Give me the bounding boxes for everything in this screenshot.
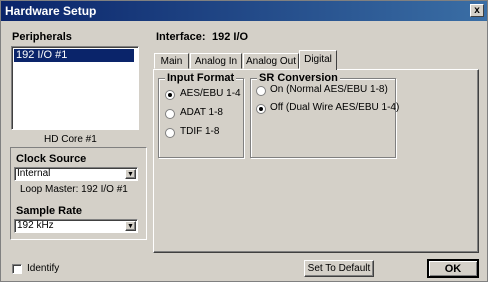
radio-selected-dot bbox=[168, 93, 172, 97]
radio-sr-on[interactable] bbox=[256, 86, 266, 96]
sr-conversion-group: SR Conversion On (Normal AES/EBU 1-8) Of… bbox=[250, 72, 399, 158]
set-to-default-button[interactable]: Set To Default bbox=[304, 260, 374, 277]
identify-checkbox[interactable] bbox=[12, 264, 22, 274]
chevron-down-icon[interactable]: ▼ bbox=[125, 169, 136, 179]
clock-source-label: Clock Source bbox=[16, 153, 87, 165]
radio-sr-off[interactable] bbox=[256, 104, 266, 114]
loop-master-label: Loop Master: 192 I/O #1 bbox=[20, 184, 128, 195]
sr-off-label[interactable]: Off (Dual Wire AES/EBU 1-4) bbox=[270, 102, 399, 113]
peripherals-list[interactable]: 192 I/O #1 bbox=[11, 46, 139, 130]
radio-selected-dot bbox=[259, 107, 263, 111]
input-format-group: Input Format AES/EBU 1-4 ADAT 1-8 TDIF 1… bbox=[158, 72, 244, 158]
title-bar[interactable]: Hardware Setup x bbox=[1, 1, 487, 21]
digital-tab-panel: Input Format AES/EBU 1-4 ADAT 1-8 TDIF 1… bbox=[153, 69, 479, 253]
list-item-192-io[interactable]: 192 I/O #1 bbox=[14, 49, 134, 62]
adat-label[interactable]: ADAT 1-8 bbox=[180, 107, 223, 118]
clock-source-select[interactable]: Internal ▼ bbox=[14, 167, 138, 181]
radio-tdif[interactable] bbox=[165, 128, 175, 138]
tab-analog-out[interactable]: Analog Out bbox=[243, 53, 299, 69]
sample-rate-label: Sample Rate bbox=[16, 205, 83, 217]
radio-adat[interactable] bbox=[165, 109, 175, 119]
chevron-down-icon[interactable]: ▼ bbox=[125, 221, 136, 231]
peripherals-label: Peripherals bbox=[12, 31, 72, 43]
radio-aes-ebu[interactable] bbox=[165, 90, 175, 100]
sr-on-label[interactable]: On (Normal AES/EBU 1-8) bbox=[270, 84, 388, 95]
sample-rate-select[interactable]: 192 kHz ▼ bbox=[14, 219, 138, 233]
close-button[interactable]: x bbox=[470, 4, 484, 17]
sample-rate-value: 192 kHz bbox=[17, 220, 54, 231]
tdif-label[interactable]: TDIF 1-8 bbox=[180, 126, 219, 137]
sr-conversion-title: SR Conversion bbox=[257, 72, 340, 84]
hd-core-label: HD Core #1 bbox=[44, 134, 97, 145]
tab-analog-in[interactable]: Analog In bbox=[190, 53, 242, 69]
tab-digital[interactable]: Digital bbox=[299, 50, 337, 70]
aes-ebu-label[interactable]: AES/EBU 1-4 bbox=[180, 88, 241, 99]
ok-button[interactable]: OK bbox=[427, 259, 479, 278]
tab-main[interactable]: Main bbox=[154, 53, 189, 69]
clock-source-value: Internal bbox=[17, 168, 51, 179]
identify-label[interactable]: Identify bbox=[27, 263, 59, 274]
interface-value: 192 I/O bbox=[212, 31, 249, 43]
input-format-title: Input Format bbox=[165, 72, 237, 84]
close-icon: x bbox=[474, 5, 480, 16]
interface-label: Interface: bbox=[156, 31, 206, 43]
window-title: Hardware Setup bbox=[5, 4, 97, 18]
hardware-setup-window: Hardware Setup x Peripherals 192 I/O #1 … bbox=[0, 0, 488, 282]
